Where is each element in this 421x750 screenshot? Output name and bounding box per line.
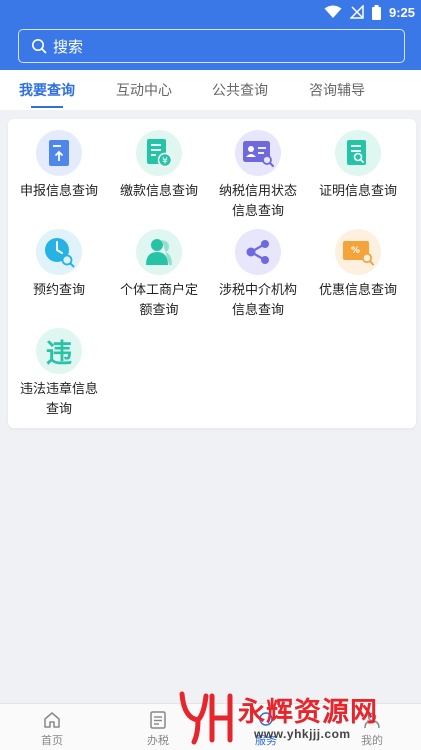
wifi-icon [324, 5, 342, 18]
payment-document-icon: ¥ [136, 130, 182, 176]
discount-coupon-icon: % [335, 229, 381, 275]
violation-char-icon: 违 [36, 328, 82, 374]
status-time: 9:25 [388, 4, 415, 20]
clock-search-icon [36, 229, 82, 275]
search-icon [32, 39, 47, 54]
nav-profile-label: 我的 [361, 734, 383, 747]
nav-tax-handling-label: 办税 [147, 734, 169, 747]
grid-item-label: 违法违章信息 查询 [19, 382, 98, 417]
certificate-search-icon [335, 130, 381, 176]
grid-item-label: 优惠信息查询 [318, 283, 397, 298]
svg-text:%: % [351, 246, 360, 256]
grid-item-label: 申报信息查询 [19, 184, 98, 199]
grid-item-payment-query[interactable]: ¥ 缴款信息查询 [109, 130, 209, 202]
grid-item-label: 缴款信息查询 [119, 184, 198, 199]
grid-item-certificate-query[interactable]: 证明信息查询 [308, 130, 408, 202]
nav-service-label: 服务 [255, 734, 277, 747]
battery-icon [371, 4, 381, 20]
profile-icon [364, 712, 380, 729]
document-list-icon [150, 711, 166, 729]
tab-my-query[interactable]: 我要查询 [0, 70, 94, 110]
service-icon [259, 712, 273, 726]
nav-home-label: 首页 [41, 734, 63, 747]
grid-item-individual-business-query[interactable]: 个体工商户定 额查询 [109, 229, 209, 321]
svg-text:¥: ¥ [162, 157, 168, 167]
bottom-navigation: 首页 办税 服务 我的 [0, 703, 421, 750]
violation-char: 违 [45, 338, 72, 369]
grid-item-label: 预约查询 [32, 283, 85, 298]
grid-item-label: 涉税中介机构 信息查询 [218, 283, 297, 318]
grid-item-credit-status-query[interactable]: 纳税信用状态 信息查询 [208, 130, 308, 222]
query-grid-card: 申报信息查询 ¥ 缴款信息查询 纳税信用状态 信息查询 证明信息查询 预约查询 … [8, 119, 416, 428]
search-input[interactable]: 搜索 [18, 29, 405, 63]
grid-item-appointment-query[interactable]: 预约查询 [9, 229, 109, 301]
grid-item-label: 证明信息查询 [318, 184, 397, 199]
no-signal-icon [349, 5, 364, 19]
nav-tax-handling[interactable]: 办税 [118, 704, 198, 750]
search-placeholder: 搜索 [53, 37, 84, 56]
status-icons: 9:25 [324, 3, 415, 21]
tab-interaction-center[interactable]: 互动中心 [97, 70, 191, 110]
person-icon [136, 229, 182, 275]
status-bar: 9:25 [0, 0, 421, 24]
declaration-upload-icon [36, 130, 82, 176]
credit-id-card-icon [235, 130, 281, 176]
grid-item-tax-agency-query[interactable]: 涉税中介机构 信息查询 [208, 229, 308, 321]
tab-public-query[interactable]: 公共查询 [193, 70, 287, 110]
grid-item-discount-query[interactable]: % 优惠信息查询 [308, 229, 408, 301]
grid-item-declaration-query[interactable]: 申报信息查询 [9, 130, 109, 202]
query-tabs: 我要查询 互动中心 公共查询 咨询辅导 [0, 70, 421, 110]
nav-home[interactable]: 首页 [12, 704, 92, 750]
nav-profile[interactable]: 我的 [332, 704, 412, 750]
tab-consulting[interactable]: 咨询辅导 [290, 70, 384, 110]
grid-item-violation-query[interactable]: 违 违法违章信息 查询 [9, 328, 109, 420]
home-icon [44, 712, 60, 728]
nav-service[interactable]: 服务 [226, 704, 306, 750]
share-network-icon [235, 229, 281, 275]
app-header: 9:25 搜索 [0, 0, 421, 70]
grid-item-label: 个体工商户定 额查询 [119, 283, 198, 318]
grid-item-label: 纳税信用状态 信息查询 [218, 184, 297, 219]
